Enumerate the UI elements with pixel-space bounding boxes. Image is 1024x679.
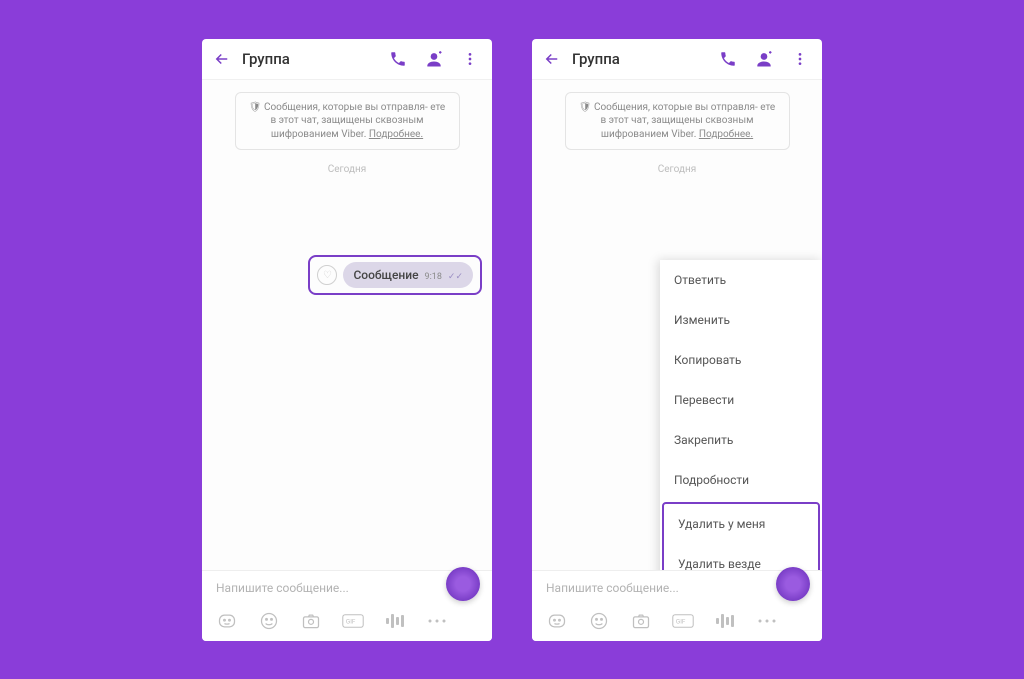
header-actions	[388, 49, 480, 69]
ctx-edit[interactable]: Изменить	[660, 300, 822, 340]
message-time: 9:18	[425, 272, 442, 282]
more-attach-button[interactable]	[426, 611, 448, 631]
emoji-button[interactable]	[258, 611, 280, 631]
send-fab[interactable]	[446, 567, 480, 601]
ctx-reply[interactable]: Ответить	[660, 260, 822, 300]
heart-icon: ♡	[323, 270, 332, 281]
camera-icon	[631, 611, 651, 631]
emoji-icon	[259, 611, 279, 631]
lock-icon: 🛡	[579, 102, 592, 113]
voice-button[interactable]	[384, 611, 406, 631]
phone-icon	[719, 50, 737, 68]
more-vert-icon	[792, 51, 808, 67]
date-separator: Сегодня	[212, 164, 482, 175]
header-actions	[718, 49, 810, 69]
composer: Напишите сообщение... GIF	[202, 570, 492, 641]
sticker-button[interactable]	[546, 611, 568, 631]
message-placeholder: Напишите сообщение...	[546, 581, 679, 595]
back-button[interactable]	[542, 49, 562, 69]
chat-body: 🛡 Сообщения, которые вы отправля- ете в …	[532, 80, 822, 570]
gif-button[interactable]: GIF	[672, 611, 694, 631]
camera-button[interactable]	[300, 611, 322, 631]
equalizer-icon	[715, 612, 735, 630]
chat-header: Группа	[202, 39, 492, 80]
add-contact-button[interactable]	[424, 49, 444, 69]
gif-icon: GIF	[672, 612, 694, 630]
phone-screen-left: Группа 🛡 Сообщения, которые вы отправля-…	[202, 39, 492, 641]
message-bubble[interactable]: Сообщение 9:18 ✓✓	[343, 262, 473, 288]
sticker-button[interactable]	[216, 611, 238, 631]
call-button[interactable]	[718, 49, 738, 69]
voice-button[interactable]	[714, 611, 736, 631]
gif-icon: GIF	[342, 612, 364, 630]
ctx-details[interactable]: Подробности	[660, 460, 822, 500]
camera-icon	[301, 611, 321, 631]
send-fab[interactable]	[776, 567, 810, 601]
encryption-notice: 🛡 Сообщения, которые вы отправля- ете в …	[235, 92, 460, 151]
equalizer-icon	[385, 612, 405, 630]
svg-text:GIF: GIF	[676, 617, 686, 625]
lock-icon: 🛡	[249, 102, 262, 113]
message-text: Сообщение	[353, 268, 418, 282]
message-row: ♡ Сообщение 9:18 ✓✓	[212, 255, 482, 295]
back-button[interactable]	[212, 49, 232, 69]
more-attach-button[interactable]	[756, 611, 778, 631]
encryption-link[interactable]: Подробнее.	[369, 129, 423, 140]
composer-toolbar: GIF	[202, 605, 492, 641]
emoji-icon	[589, 611, 609, 631]
date-separator: Сегодня	[542, 164, 812, 175]
more-horiz-icon	[427, 617, 447, 625]
svg-text:GIF: GIF	[346, 617, 356, 625]
emoji-button[interactable]	[588, 611, 610, 631]
ctx-copy[interactable]: Копировать	[660, 340, 822, 380]
sticker-icon	[216, 611, 238, 631]
add-contact-button[interactable]	[754, 49, 774, 69]
more-vert-icon	[462, 51, 478, 67]
camera-button[interactable]	[630, 611, 652, 631]
add-person-icon	[424, 49, 444, 69]
arrow-left-icon	[213, 50, 231, 68]
more-horiz-icon	[757, 617, 777, 625]
chat-header: Группа	[532, 39, 822, 80]
composer-toolbar: GIF	[532, 605, 822, 641]
message-placeholder: Напишите сообщение...	[216, 581, 349, 595]
more-button[interactable]	[460, 49, 480, 69]
like-button[interactable]: ♡	[317, 265, 337, 285]
gif-button[interactable]: GIF	[342, 611, 364, 631]
composer: Напишите сообщение... GIF	[532, 570, 822, 641]
encryption-link[interactable]: Подробнее.	[699, 129, 753, 140]
call-button[interactable]	[388, 49, 408, 69]
phone-screen-right: Группа 🛡 Сообщения, которые вы отправля-…	[532, 39, 822, 641]
ctx-pin[interactable]: Закрепить	[660, 420, 822, 460]
message-selected[interactable]: ♡ Сообщение 9:18 ✓✓	[308, 255, 482, 295]
chat-title: Группа	[242, 50, 378, 68]
phone-icon	[389, 50, 407, 68]
encryption-notice: 🛡 Сообщения, которые вы отправля- ете в …	[565, 92, 790, 151]
ctx-delete-mine[interactable]: Удалить у меня	[664, 504, 818, 544]
ctx-translate[interactable]: Перевести	[660, 380, 822, 420]
sticker-icon	[546, 611, 568, 631]
add-person-icon	[754, 49, 774, 69]
chat-title: Группа	[572, 50, 708, 68]
more-button[interactable]	[790, 49, 810, 69]
read-checks-icon: ✓✓	[448, 272, 463, 282]
chat-body: 🛡 Сообщения, которые вы отправля- ете в …	[202, 80, 492, 570]
arrow-left-icon	[543, 50, 561, 68]
